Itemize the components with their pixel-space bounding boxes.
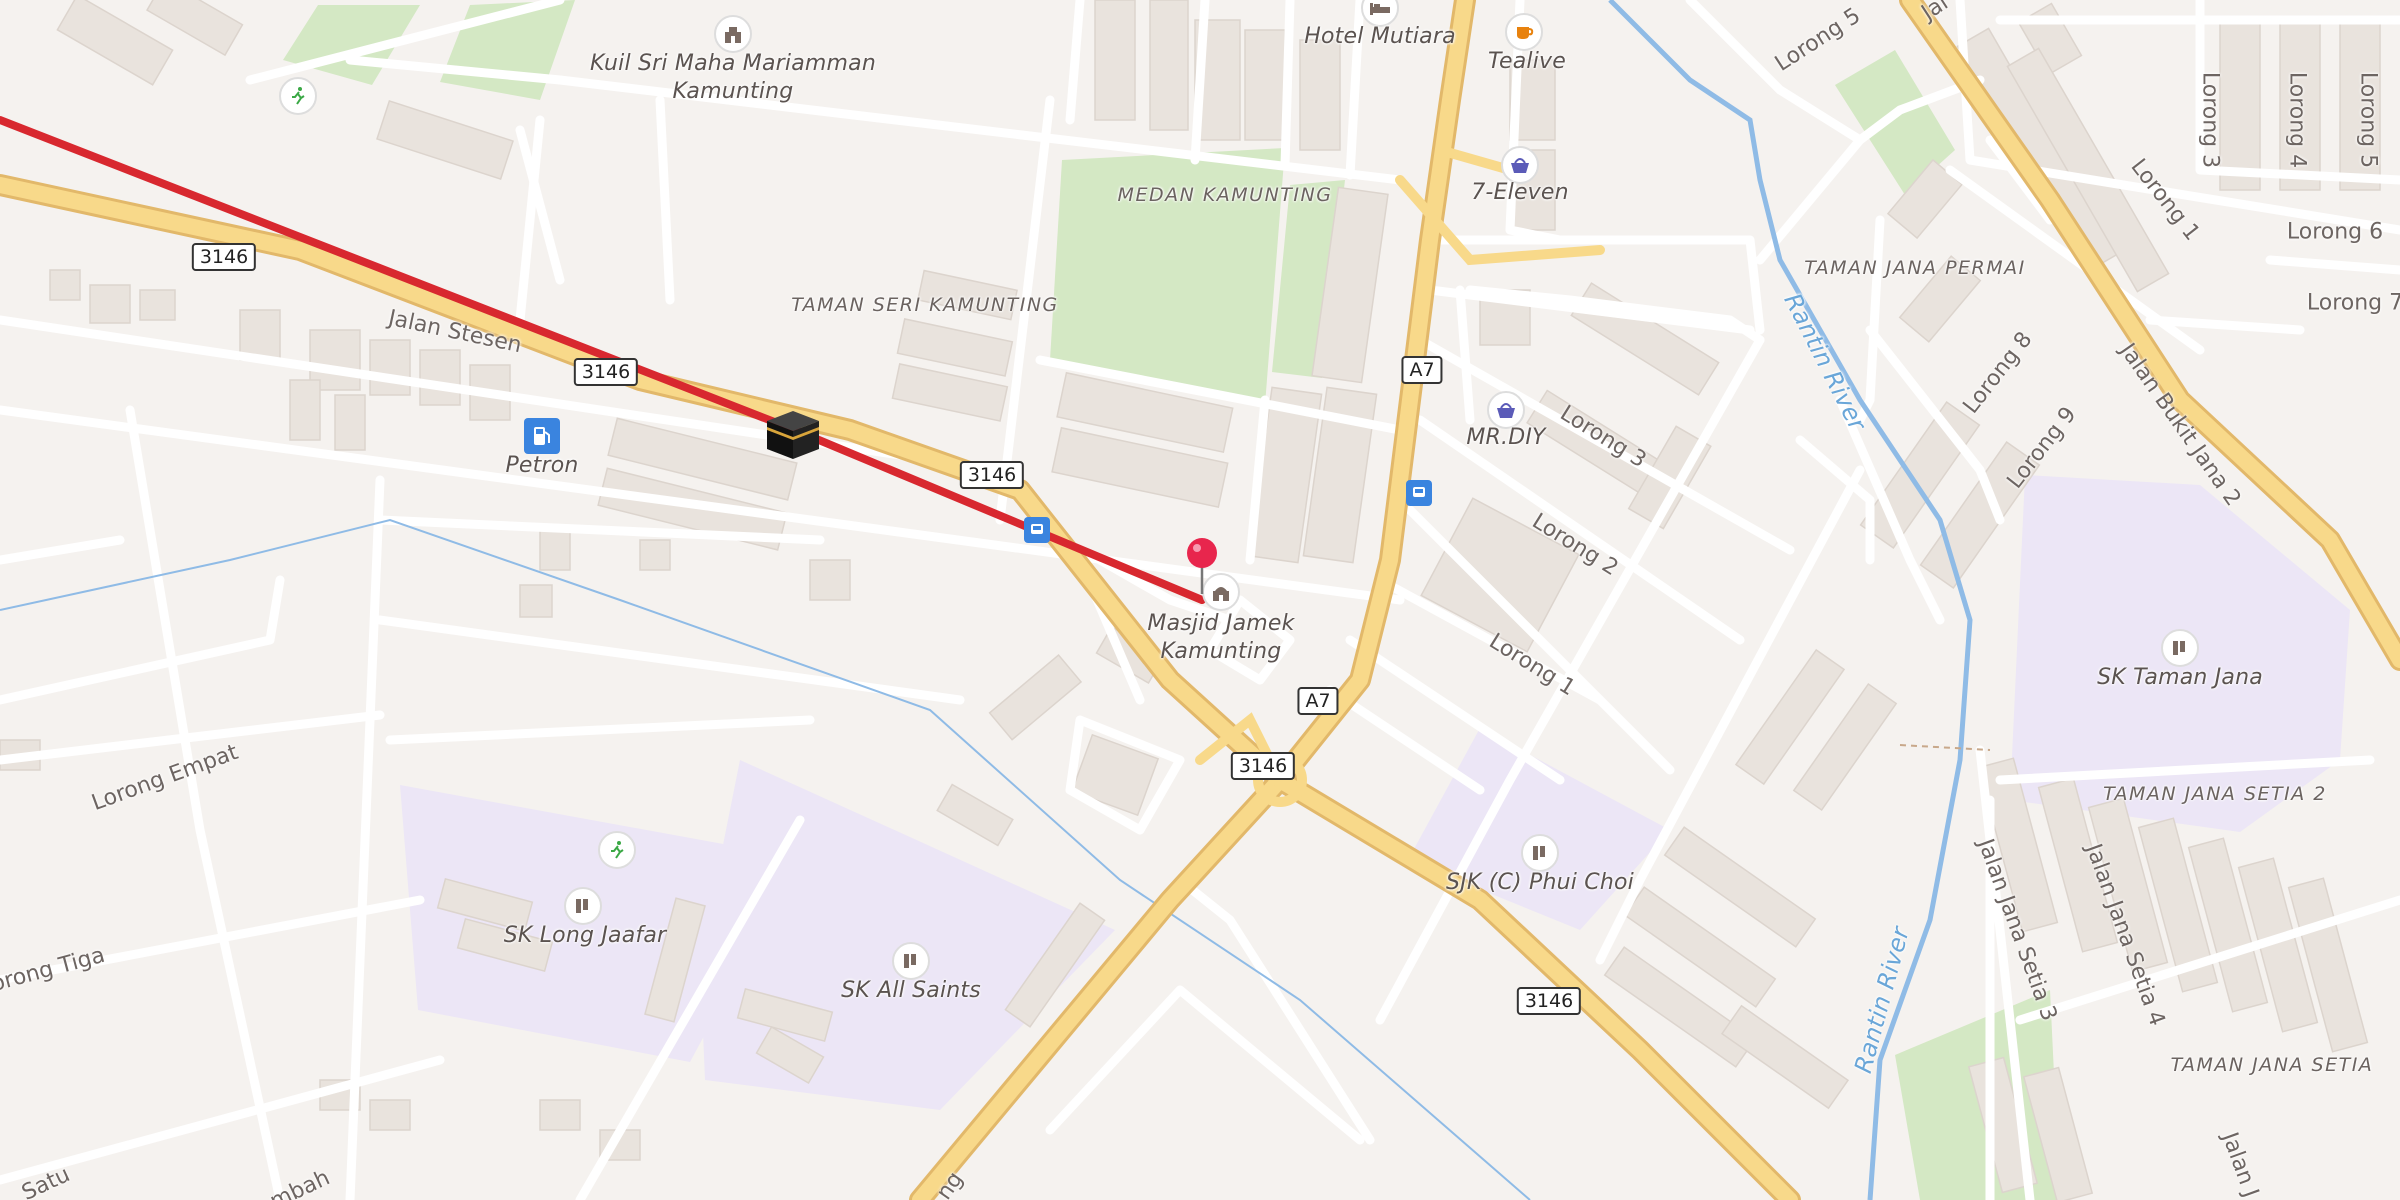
poi-label-sk-taman-jana[interactable]: SK Taman Jana <box>2097 664 2263 692</box>
kaaba-icon[interactable] <box>765 409 821 465</box>
minor-road <box>375 615 965 705</box>
poi-label-7-eleven[interactable]: 7-Eleven <box>1471 179 1569 207</box>
street-label-lorong-3-vertical: Lorong 3 <box>2197 71 2223 169</box>
building <box>639 539 671 571</box>
area-label-taman-jana-setia-2: TAMAN JANA SETIA 2 <box>2103 783 2327 805</box>
area-label-taman-jana-setia: TAMAN JANA SETIA <box>2170 1054 2374 1076</box>
minor-road <box>1280 0 1295 170</box>
poi-label-sjk-phui-choi[interactable]: SJK (C) Phui Choi <box>1446 869 1634 897</box>
bus-stop-icon[interactable] <box>1406 480 1432 506</box>
building <box>419 349 461 406</box>
fuel-pump-icon[interactable] <box>524 418 560 454</box>
poi-label-sk-long-jaafar[interactable]: SK Long Jaafar <box>504 922 667 950</box>
map-view[interactable]: MEDAN KAMUNTING TAMAN SERI KAMUNTING TAM… <box>0 0 2400 1200</box>
road-shield-a7: A7 <box>1401 356 1443 384</box>
building <box>519 584 553 618</box>
building <box>1299 39 1341 151</box>
area-label-taman-jana-permai: TAMAN JANA PERMAI <box>1804 257 2026 279</box>
minor-road <box>0 575 285 705</box>
road-shield-3146: 3146 <box>1230 752 1296 780</box>
poi-label-mrdiy[interactable]: MR.DIY <box>1466 424 1545 452</box>
temple-icon[interactable] <box>714 15 752 53</box>
street-label-lorong-7: Lorong 7 <box>2306 290 2400 316</box>
building <box>1094 0 1136 121</box>
area-label-taman-seri-kamunting: TAMAN SERI KAMUNTING <box>791 294 1059 316</box>
building <box>369 1099 411 1131</box>
minor-road <box>1455 285 1475 425</box>
area-label-medan-kamunting: MEDAN KAMUNTING <box>1117 184 1333 206</box>
building <box>809 559 851 601</box>
road-shield-3146: 3146 <box>959 461 1025 489</box>
minor-road <box>125 405 285 1200</box>
street-label-lorong-5-vertical: Lorong 5 <box>2355 71 2381 169</box>
poi-label-masjid[interactable]: Masjid Jamek Kamunting <box>1121 610 1321 666</box>
minor-road <box>345 475 385 1200</box>
location-pin-icon[interactable] <box>1182 536 1222 600</box>
minor-road <box>1065 0 1085 125</box>
running-person-icon[interactable] <box>279 77 317 115</box>
road-shield-3146: 3146 <box>191 243 257 271</box>
minor-road <box>655 95 675 305</box>
poi-label-sk-all-saints[interactable]: SK All Saints <box>841 977 981 1005</box>
poi-label-hotel-mutiara[interactable]: Hotel Mutiara <box>1304 23 1456 51</box>
building <box>49 269 81 301</box>
building <box>988 653 1083 741</box>
poi-label-tealive[interactable]: Tealive <box>1488 48 1566 76</box>
building <box>89 284 131 324</box>
road-shield-a7: A7 <box>1297 687 1339 715</box>
poi-label-kuil[interactable]: Kuil Sri Maha Mariamman Kamunting <box>583 50 883 106</box>
school-icon[interactable] <box>892 942 930 980</box>
building <box>289 379 321 441</box>
building <box>539 1099 581 1131</box>
building <box>369 339 411 396</box>
minor-road <box>1795 435 1875 565</box>
building <box>936 783 1014 847</box>
building <box>1244 29 1286 141</box>
street-label-lorong-6: Lorong 6 <box>2286 219 2384 245</box>
school-icon[interactable] <box>1521 834 1559 872</box>
school-icon[interactable] <box>2161 629 2199 667</box>
building <box>376 99 514 181</box>
minor-road <box>1855 215 1885 425</box>
poi-label-petron[interactable]: Petron <box>505 452 578 480</box>
minor-road <box>385 715 815 745</box>
building <box>1149 0 1189 131</box>
building <box>334 394 366 451</box>
road-shield-3146: 3146 <box>573 358 639 386</box>
building <box>539 529 571 571</box>
school-icon[interactable] <box>564 887 602 925</box>
running-person-icon[interactable] <box>598 831 636 869</box>
street-label-lorong-4-vertical: Lorong 4 <box>2284 71 2310 169</box>
minor-road <box>2265 255 2400 275</box>
bus-stop-icon[interactable] <box>1024 517 1050 543</box>
building <box>2219 19 2261 191</box>
road-shield-3146: 3146 <box>1516 987 1582 1015</box>
cup-icon[interactable] <box>1505 13 1543 51</box>
building <box>139 289 176 321</box>
minor-road <box>0 535 125 565</box>
